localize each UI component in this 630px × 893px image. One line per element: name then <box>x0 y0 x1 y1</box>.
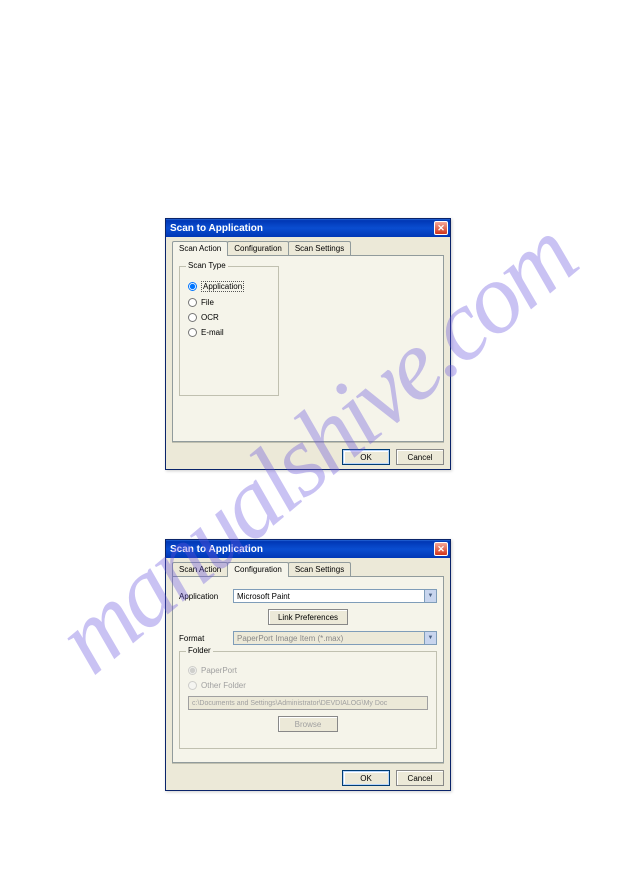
format-row: Format PaperPort Image Item (*.max) ▼ <box>179 631 437 645</box>
radio-paperport-label: PaperPort <box>201 666 237 675</box>
radio-email-input[interactable] <box>188 328 197 337</box>
radio-paperport-input <box>188 666 197 675</box>
dialog-title: Scan to Application <box>170 544 263 555</box>
button-row: OK Cancel <box>172 763 444 786</box>
radio-application-label: Application <box>201 281 244 292</box>
radio-email[interactable]: E-mail <box>188 328 270 337</box>
radio-application[interactable]: Application <box>188 281 270 292</box>
radio-ocr-label: OCR <box>201 313 219 322</box>
radio-file-input[interactable] <box>188 298 197 307</box>
dialog-client: Scan Action Configuration Scan Settings … <box>166 237 450 469</box>
ok-button[interactable]: OK <box>342 770 390 786</box>
button-row: OK Cancel <box>172 442 444 465</box>
tab-body-configuration: Application Microsoft Paint ▼ Link Prefe… <box>172 576 444 763</box>
titlebar[interactable]: Scan to Application ✕ <box>166 540 450 558</box>
radio-email-label: E-mail <box>201 328 224 337</box>
close-icon[interactable]: ✕ <box>434 221 448 235</box>
tab-row: Scan Action Configuration Scan Settings <box>172 241 444 255</box>
folder-legend: Folder <box>186 646 213 655</box>
dialog-title: Scan to Application <box>170 223 263 234</box>
format-select: PaperPort Image Item (*.max) ▼ <box>233 631 437 645</box>
format-value: PaperPort Image Item (*.max) <box>237 634 343 643</box>
radio-other-label: Other Folder <box>201 681 246 690</box>
folder-path-input: c:\Documents and Settings\Administrator\… <box>188 696 428 710</box>
application-row: Application Microsoft Paint ▼ <box>179 589 437 603</box>
radio-file-label: File <box>201 298 214 307</box>
group-legend: Scan Type <box>186 261 228 270</box>
close-icon[interactable]: ✕ <box>434 542 448 556</box>
tab-scan-action[interactable]: Scan Action <box>172 562 228 576</box>
chevron-down-icon[interactable]: ▼ <box>424 590 436 602</box>
radio-other-input <box>188 681 197 690</box>
radio-ocr[interactable]: OCR <box>188 313 270 322</box>
radio-other-folder: Other Folder <box>188 681 428 690</box>
tab-scan-settings[interactable]: Scan Settings <box>288 562 351 576</box>
tab-body-scan-action: Scan Type Application File OCR E-mail <box>172 255 444 442</box>
scan-type-group: Scan Type Application File OCR E-mail <box>179 266 279 396</box>
cancel-button[interactable]: Cancel <box>396 449 444 465</box>
dialog-client: Scan Action Configuration Scan Settings … <box>166 558 450 790</box>
radio-paperport: PaperPort <box>188 666 428 675</box>
format-label: Format <box>179 634 227 643</box>
radio-file[interactable]: File <box>188 298 270 307</box>
folder-group: Folder PaperPort Other Folder c:\Documen… <box>179 651 437 749</box>
radio-application-input[interactable] <box>188 282 197 291</box>
ok-button[interactable]: OK <box>342 449 390 465</box>
scan-to-application-dialog-1: Scan to Application ✕ Scan Action Config… <box>165 218 451 470</box>
tab-row: Scan Action Configuration Scan Settings <box>172 562 444 576</box>
application-value: Microsoft Paint <box>237 592 290 601</box>
link-preferences-button[interactable]: Link Preferences <box>268 609 348 625</box>
application-label: Application <box>179 592 227 601</box>
tab-configuration[interactable]: Configuration <box>227 241 289 255</box>
application-select[interactable]: Microsoft Paint ▼ <box>233 589 437 603</box>
tab-configuration[interactable]: Configuration <box>227 562 289 577</box>
chevron-down-icon: ▼ <box>424 632 436 644</box>
cancel-button[interactable]: Cancel <box>396 770 444 786</box>
tab-scan-settings[interactable]: Scan Settings <box>288 241 351 255</box>
browse-button: Browse <box>278 716 338 732</box>
radio-ocr-input[interactable] <box>188 313 197 322</box>
tab-scan-action[interactable]: Scan Action <box>172 241 228 256</box>
scan-to-application-dialog-2: Scan to Application ✕ Scan Action Config… <box>165 539 451 791</box>
titlebar[interactable]: Scan to Application ✕ <box>166 219 450 237</box>
